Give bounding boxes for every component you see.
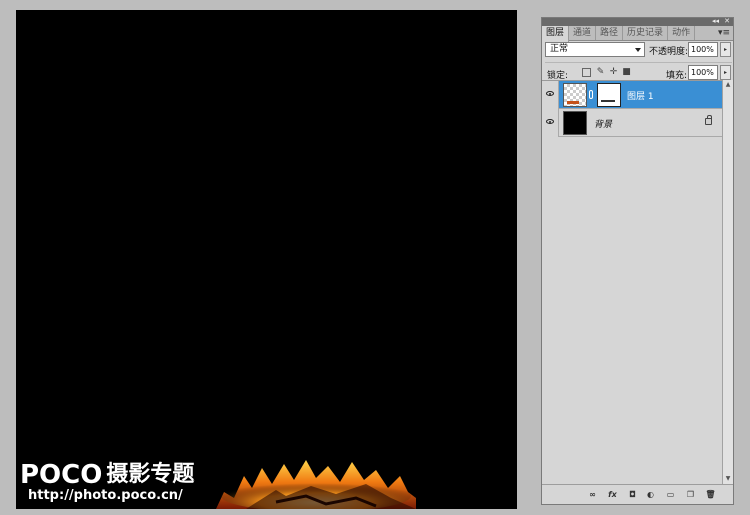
tab-channels[interactable]: 通道 — [569, 26, 597, 40]
panel-bottom-toolbar: ∞ fx ◘ ◐ ▭ ❐ 🗑 — [542, 484, 733, 504]
layer-list-scrollbar[interactable]: ▲ ▼ — [722, 80, 733, 484]
lock-transparent-icon[interactable] — [582, 68, 591, 77]
visibility-eye-icon[interactable] — [542, 81, 559, 109]
fire-image — [216, 460, 416, 509]
layer-thumbnail — [563, 111, 587, 135]
watermark-logo-text: POCO — [20, 460, 103, 490]
layer-mask-thumbnail[interactable] — [597, 83, 621, 107]
panel-menu-icon[interactable]: ▾≡ — [718, 26, 730, 40]
opacity-input[interactable]: 100% — [688, 42, 718, 57]
watermark-logo: POCO 摄影专题 — [20, 462, 194, 488]
fill-slider-toggle[interactable]: ▸ — [720, 65, 731, 80]
tab-layers[interactable]: 图层 — [542, 26, 570, 42]
trash-icon[interactable]: 🗑 — [705, 489, 716, 500]
lock-position-icon[interactable]: ✛ — [609, 68, 618, 77]
close-icon[interactable]: ✕ — [724, 17, 730, 26]
lock-icon — [705, 115, 712, 125]
tab-paths[interactable]: 路径 — [596, 26, 624, 40]
fx-icon[interactable]: fx — [607, 489, 618, 500]
panel-tabs: 图层 通道 路径 历史记录 动作 ▾≡ — [542, 26, 733, 42]
watermark-logo-cn: 摄影专题 — [106, 462, 195, 487]
watermark-url: http://photo.poco.cn/ — [28, 488, 183, 503]
document-canvas[interactable]: POCO 摄影专题 http://photo.poco.cn/ — [16, 10, 517, 509]
tab-actions[interactable]: 动作 — [668, 26, 696, 40]
link-chain-icon[interactable] — [589, 90, 593, 99]
adjustment-layer-icon[interactable]: ◐ — [645, 489, 656, 500]
visibility-eye-icon[interactable] — [542, 109, 559, 137]
opacity-slider-toggle[interactable]: ▸ — [720, 42, 731, 57]
fill-input[interactable]: 100% — [688, 65, 718, 80]
layer-list: 图层 1 背景 — [542, 80, 722, 480]
new-group-icon[interactable]: ▭ — [665, 489, 676, 500]
lock-all-icon[interactable]: ■ — [622, 68, 631, 77]
opacity-label: 不透明度: — [649, 47, 689, 57]
layer-row-background[interactable]: 背景 — [542, 109, 722, 137]
blend-mode-value: 正常 — [550, 44, 569, 54]
layer-thumbnail — [563, 83, 587, 107]
lock-image-icon[interactable]: ✎ — [596, 68, 605, 77]
tab-history[interactable]: 历史记录 — [623, 26, 669, 40]
layers-panel: ◂◂ ✕ 图层 通道 路径 历史记录 动作 ▾≡ 正常 不透明度: 100% ▸… — [541, 17, 734, 505]
panel-title-bar[interactable]: ◂◂ ✕ — [542, 17, 733, 26]
link-layers-icon[interactable]: ∞ — [587, 489, 598, 500]
collapse-icon[interactable]: ◂◂ — [712, 17, 719, 26]
add-mask-icon[interactable]: ◘ — [627, 489, 638, 500]
layer-name: 背景 — [594, 120, 613, 130]
scroll-up-icon[interactable]: ▲ — [724, 81, 732, 89]
layer-row-layer1[interactable]: 图层 1 — [542, 81, 722, 109]
blend-mode-select[interactable]: 正常 — [545, 42, 645, 57]
chevron-down-icon — [635, 48, 641, 52]
layer-name: 图层 1 — [627, 92, 654, 102]
scroll-down-icon[interactable]: ▼ — [724, 475, 732, 483]
new-layer-icon[interactable]: ❐ — [685, 489, 696, 500]
